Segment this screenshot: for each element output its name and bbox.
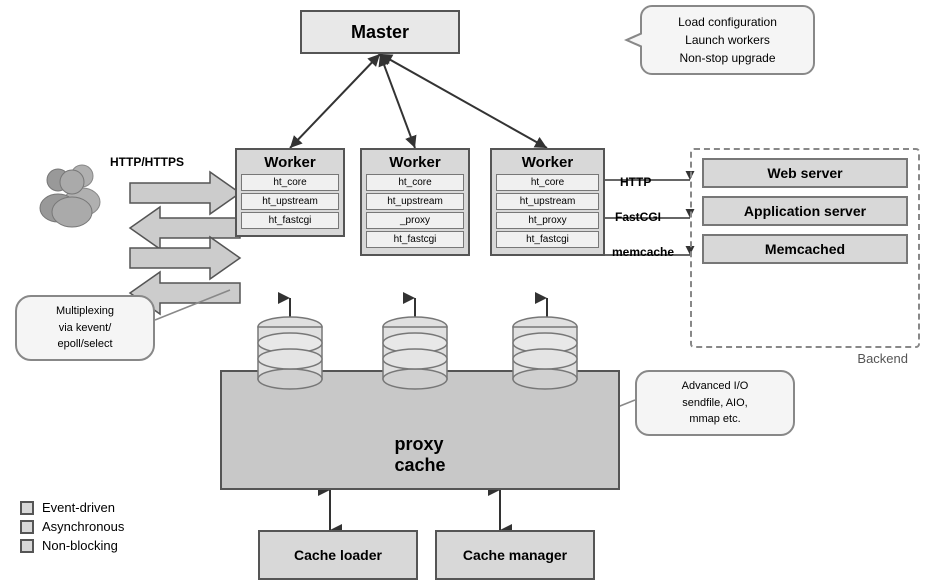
callout-multiplexing: Multiplexingvia kevent/epoll/select xyxy=(15,295,155,361)
legend-item-1: Event-driven xyxy=(20,500,124,515)
worker1-module-upstream: ht_upstream xyxy=(241,193,339,210)
legend-label-3: Non-blocking xyxy=(42,538,118,553)
diagram-container: HTTP/HTTPS Master Load configurationLaun… xyxy=(0,0,944,587)
db-cylinder-2 xyxy=(380,315,450,395)
worker3-module-upstream: ht_upstream xyxy=(496,193,599,210)
callout-advanced-io: Advanced I/Osendfile, AIO,mmap etc. xyxy=(635,370,795,436)
legend-item-2: Asynchronous xyxy=(20,519,124,534)
worker3-module-core: ht_core xyxy=(496,174,599,191)
master-box: Master xyxy=(300,10,460,54)
worker3-module-proxy: ht_proxy xyxy=(496,212,599,229)
http-label: HTTP xyxy=(620,175,651,189)
http-https-label: HTTP/HTTPS xyxy=(110,155,184,169)
worker2-module-proxy: _proxy xyxy=(366,212,464,229)
legend-item-3: Non-blocking xyxy=(20,538,124,553)
memcache-label: memcache xyxy=(612,245,674,259)
callout-top: Load configurationLaunch workersNon-stop… xyxy=(640,5,815,75)
worker2-title: Worker xyxy=(366,154,464,171)
people-icon xyxy=(30,160,110,230)
worker1-title: Worker xyxy=(241,154,339,171)
legend-sq-3 xyxy=(20,539,34,553)
memcached-item: Memcached xyxy=(702,234,908,264)
worker1-box: Worker ht_core ht_upstream ht_fastcgi xyxy=(235,148,345,237)
legend-label-2: Asynchronous xyxy=(42,519,124,534)
worker2-module-fastcgi: ht_fastcgi xyxy=(366,231,464,248)
worker1-module-fastcgi: ht_fastcgi xyxy=(241,212,339,229)
web-server-item: Web server xyxy=(702,158,908,188)
worker3-box: Worker ht_core ht_upstream ht_proxy ht_f… xyxy=(490,148,605,256)
backend-label: Backend xyxy=(857,351,908,366)
legend-sq-2 xyxy=(20,520,34,534)
worker1-module-core: ht_core xyxy=(241,174,339,191)
proxy-cache-label: proxycache xyxy=(394,434,445,476)
worker2-module-core: ht_core xyxy=(366,174,464,191)
cache-loader-label: Cache loader xyxy=(294,547,382,563)
legend-sq-1 xyxy=(20,501,34,515)
app-server-item: Application server xyxy=(702,196,908,226)
db-cylinder-1 xyxy=(255,315,325,395)
legend: Event-driven Asynchronous Non-blocking xyxy=(20,500,124,557)
legend-label-1: Event-driven xyxy=(42,500,115,515)
cache-manager-label: Cache manager xyxy=(463,547,567,563)
worker3-title: Worker xyxy=(496,154,599,171)
worker2-box: Worker ht_core ht_upstream _proxy ht_fas… xyxy=(360,148,470,256)
backend-box: Web server Application server Memcached … xyxy=(690,148,920,348)
fastcgi-label: FastCGI xyxy=(615,210,661,224)
cache-manager-box: Cache manager xyxy=(435,530,595,580)
db-cylinder-3 xyxy=(510,315,580,395)
worker2-module-upstream: ht_upstream xyxy=(366,193,464,210)
worker3-module-fastcgi: ht_fastcgi xyxy=(496,231,599,248)
cache-loader-box: Cache loader xyxy=(258,530,418,580)
